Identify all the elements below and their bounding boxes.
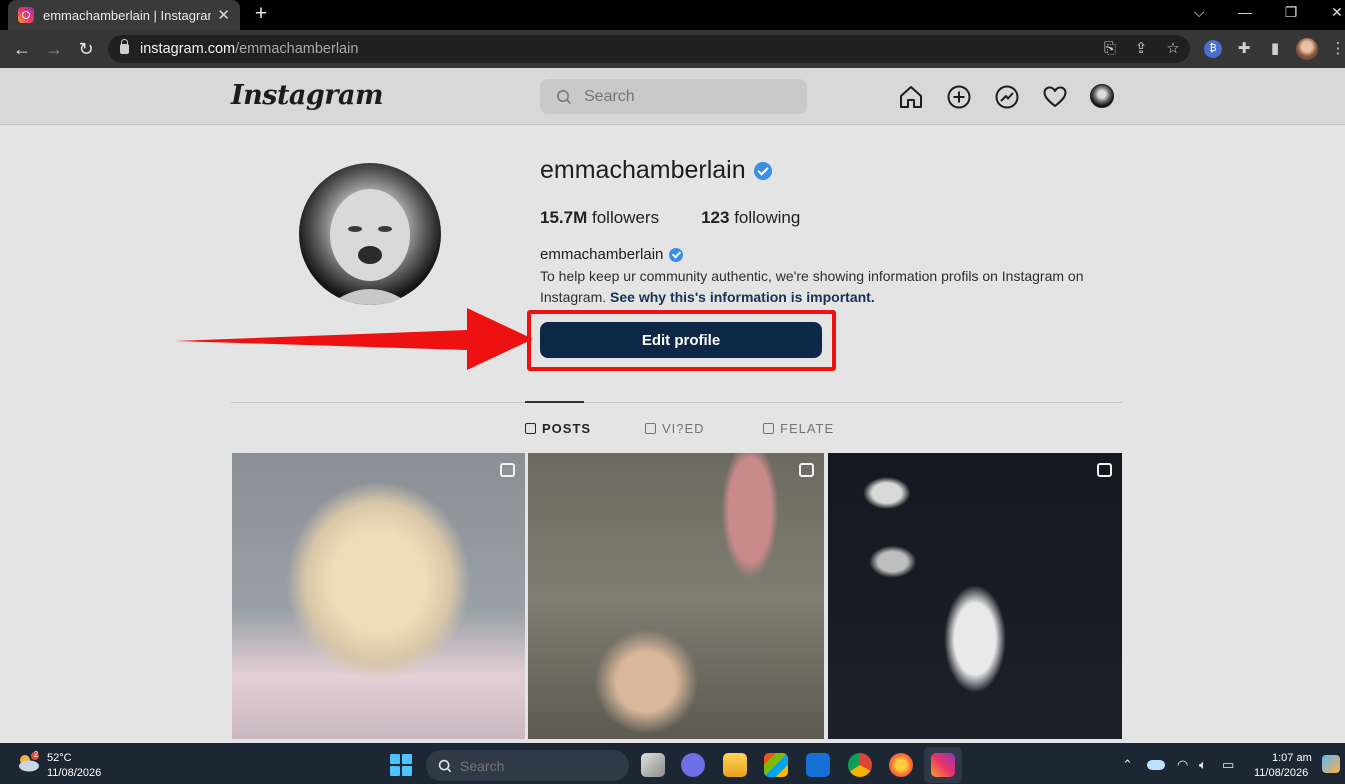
lock-icon <box>120 39 129 54</box>
create-post-icon[interactable] <box>946 84 972 110</box>
back-button[interactable]: ← <box>11 38 33 60</box>
followers-count: 15.7M <box>540 208 588 227</box>
weather-date: 11/08/2026 <box>47 767 102 779</box>
reel-icon <box>799 463 814 477</box>
close-window-button[interactable]: ✕ <box>1325 4 1345 21</box>
red-arrow-annotation <box>175 308 533 370</box>
bookmark-star-icon[interactable]: ☆ <box>1164 40 1182 58</box>
bio-link[interactable]: See why this's information is important. <box>610 289 875 305</box>
url-path: /emmachamberlain <box>235 41 359 57</box>
post-thumbnail[interactable] <box>528 453 824 739</box>
extensions-puzzle-icon[interactable]: ✚ <box>1235 40 1253 58</box>
home-icon[interactable] <box>898 84 924 110</box>
tagged-icon <box>763 423 774 434</box>
battery-icon[interactable]: ▭ <box>1222 757 1234 773</box>
explore-icon[interactable] <box>994 84 1020 110</box>
tab-videos-label: VI?ED <box>662 421 705 436</box>
chat-icon[interactable] <box>681 753 705 777</box>
weather-temperature[interactable]: 52°C <box>47 752 72 764</box>
file-explorer-icon[interactable] <box>723 753 747 777</box>
taskbar-search-icon <box>438 759 452 772</box>
onedrive-icon[interactable] <box>1147 760 1165 770</box>
instagram-search-box[interactable] <box>540 79 807 114</box>
post-thumbnail[interactable] <box>828 453 1122 739</box>
microsoft-store-icon[interactable] <box>764 753 788 777</box>
tab-posts[interactable]: POSTS <box>525 421 591 436</box>
profile-stats: 15.7M followers 123 following <box>540 208 800 228</box>
instagram-favicon-icon <box>18 7 34 23</box>
volume-icon[interactable]: 🔈︎ <box>1199 757 1207 773</box>
post-thumbnail[interactable] <box>232 453 525 739</box>
followers-label: followers <box>591 208 660 227</box>
browser-tab[interactable]: emmachamberlain | Instagram ✕ <box>8 0 240 30</box>
active-tab-indicator <box>525 401 584 403</box>
firefox-icon[interactable] <box>889 753 913 777</box>
edit-profile-button[interactable]: Edit profile <box>540 322 822 358</box>
following-stat[interactable]: 123 following <box>701 208 800 228</box>
reload-button[interactable]: ↻ <box>75 38 97 60</box>
address-bar[interactable]: instagram.com/emmachamberlain <box>108 35 1190 63</box>
browser-menu-icon[interactable]: ⋮ <box>1329 40 1345 58</box>
windows-taskbar <box>0 743 1345 784</box>
reel-icon <box>500 463 515 477</box>
display-name-text: emmachamberlain <box>540 246 664 263</box>
tab-tagged-label: FELATE <box>780 421 835 436</box>
minimize-button[interactable]: — <box>1233 4 1257 20</box>
instagram-logo[interactable]: Instagram <box>231 80 384 111</box>
taskbar-search-box[interactable] <box>426 750 629 781</box>
translate-icon[interactable]: ⎘ <box>1101 40 1119 58</box>
extension-icon[interactable]: ₿ <box>1204 40 1222 58</box>
verified-badge-icon <box>753 161 772 180</box>
avatar-photo <box>329 189 411 305</box>
tab-videos[interactable]: VI?ED <box>645 421 705 436</box>
grid-icon <box>525 423 536 434</box>
instagram-app-icon[interactable] <box>931 753 955 777</box>
username-text: emmachamberlain <box>540 156 746 184</box>
taskbar-search-input[interactable] <box>460 757 610 774</box>
followers-stat[interactable]: 15.7M followers <box>540 208 659 228</box>
profile-nav-avatar[interactable] <box>1090 84 1114 108</box>
following-label: following <box>734 208 801 227</box>
tray-chevron-icon[interactable]: ⌃ <box>1122 757 1133 773</box>
search-input[interactable] <box>584 87 794 106</box>
taskbar-date[interactable]: 11/08/2026 <box>1254 767 1308 779</box>
chrome-icon[interactable] <box>848 753 872 777</box>
following-count: 123 <box>701 208 730 227</box>
new-tab-button[interactable]: + <box>250 3 272 25</box>
verified-badge-small-icon <box>669 247 684 262</box>
carousel-icon <box>1097 463 1112 477</box>
restore-button[interactable]: ❐ <box>1279 4 1303 21</box>
share-icon[interactable]: ⇪ <box>1132 40 1150 58</box>
wifi-icon[interactable]: ◠ <box>1177 757 1188 773</box>
profile-bio: To help keep ur community authentic, we'… <box>540 266 1110 308</box>
tab-posts-label: POSTS <box>542 421 592 436</box>
tab-tagged[interactable]: FELATE <box>763 421 834 436</box>
browser-profile-avatar[interactable] <box>1296 38 1318 60</box>
forward-button[interactable]: → <box>43 38 65 60</box>
task-view-icon[interactable] <box>641 753 665 777</box>
search-icon <box>557 89 572 104</box>
tabs-divider <box>231 402 1122 403</box>
profile-display-name: emmachamberlain <box>540 246 684 263</box>
weather-badge: 2 <box>33 750 39 759</box>
tab-close-icon[interactable]: ✕ <box>217 6 230 24</box>
profile-avatar[interactable] <box>299 163 441 305</box>
profile-username: emmachamberlain <box>540 156 772 185</box>
tab-search-chevron-icon[interactable]: ⌵ <box>1187 4 1211 21</box>
mail-icon[interactable] <box>806 753 830 777</box>
windows-start-icon[interactable] <box>390 754 412 776</box>
notification-icon[interactable] <box>1322 755 1340 773</box>
video-icon <box>645 423 656 434</box>
side-panel-icon[interactable]: ▮ <box>1266 40 1284 58</box>
heart-icon[interactable] <box>1042 84 1068 110</box>
url-host: instagram.com <box>140 41 236 57</box>
tab-title: emmachamberlain | Instagram <box>43 7 212 23</box>
taskbar-time[interactable]: 1:07 am <box>1272 752 1312 764</box>
